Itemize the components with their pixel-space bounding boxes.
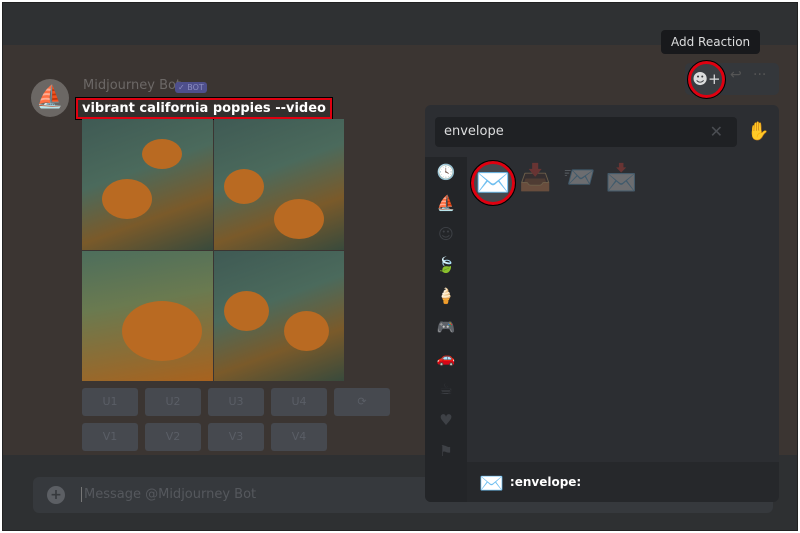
image-tile — [213, 250, 344, 381]
recent-icon[interactable]: 🕓 — [425, 157, 467, 188]
author-name[interactable]: Midjourney Bot — [83, 78, 181, 93]
u4-button[interactable]: U4 — [271, 388, 327, 416]
activities-icon[interactable]: 🎮 — [425, 312, 467, 343]
reply-icon[interactable]: ↩ — [730, 67, 742, 83]
v1-button[interactable]: V1 — [82, 423, 138, 451]
clear-icon[interactable]: ✕ — [710, 117, 723, 147]
bot-badge: ✓ BOT — [175, 82, 207, 93]
more-icon[interactable]: ··· — [753, 67, 766, 83]
u1-button[interactable]: U1 — [82, 388, 138, 416]
avatar[interactable]: ⛵ — [31, 79, 69, 117]
discord-window: ⛵ Midjourney Bot ✓ BOT vibrant californi… — [2, 2, 798, 531]
u2-button[interactable]: U2 — [145, 388, 201, 416]
image-tile — [82, 250, 213, 381]
preview-name: :envelope: — [509, 475, 582, 489]
emoji-preview: ✉️ :envelope: — [467, 462, 779, 502]
emoji-search-input[interactable]: envelope ✕ — [435, 117, 737, 147]
envelope-arrow-emoji[interactable]: 📩 — [605, 163, 637, 193]
server-icon[interactable]: ⛵ — [425, 188, 467, 219]
v2-button[interactable]: V2 — [145, 423, 201, 451]
emoji-add-icon: ☻+ — [692, 70, 721, 88]
search-value: envelope — [444, 124, 504, 139]
flags-icon[interactable]: ⚑ — [425, 436, 467, 467]
objects-icon[interactable]: ☕ — [425, 374, 467, 405]
nature-icon[interactable]: 🍃 — [425, 250, 467, 281]
symbols-icon[interactable]: ♥ — [425, 405, 467, 436]
v3-button[interactable]: V3 — [208, 423, 264, 451]
envelope-emoji[interactable]: ✉️ — [470, 160, 516, 206]
message-placeholder: Message @Midjourney Bot — [81, 487, 256, 502]
envelope-icon: ✉️ — [479, 470, 504, 495]
add-reaction-tooltip: Add Reaction — [661, 30, 761, 54]
plus-icon[interactable]: + — [47, 486, 65, 504]
inbox-tray-emoji[interactable]: 📥 — [519, 163, 551, 193]
category-sidebar: 🕓 ⛵ ☺ 🍃 🍦 🎮 🚗 ☕ ♥ ⚑ — [425, 157, 467, 502]
skin-tone-icon[interactable]: ✋ — [747, 121, 769, 142]
u3-button[interactable]: U3 — [208, 388, 264, 416]
food-icon[interactable]: 🍦 — [425, 281, 467, 312]
reroll-button[interactable]: ⟳ — [334, 388, 390, 416]
v4-button[interactable]: V4 — [271, 423, 327, 451]
image-tile — [82, 119, 213, 250]
travel-icon[interactable]: 🚗 — [425, 343, 467, 374]
prompt-text: vibrant california poppies --video — [75, 97, 333, 120]
emoji-picker: envelope ✕ ✋ 🕓 ⛵ ☺ 🍃 🍦 🎮 🚗 ☕ ♥ ⚑ 📥 📨 📩 ✉️… — [425, 105, 779, 502]
add-reaction-button[interactable]: ☻+ — [687, 60, 726, 99]
people-icon[interactable]: ☺ — [425, 219, 467, 250]
image-tile — [213, 119, 344, 250]
incoming-envelope-emoji[interactable]: 📨 — [563, 163, 595, 193]
refresh-icon: ⟳ — [357, 395, 367, 408]
image-grid[interactable] — [82, 119, 344, 381]
